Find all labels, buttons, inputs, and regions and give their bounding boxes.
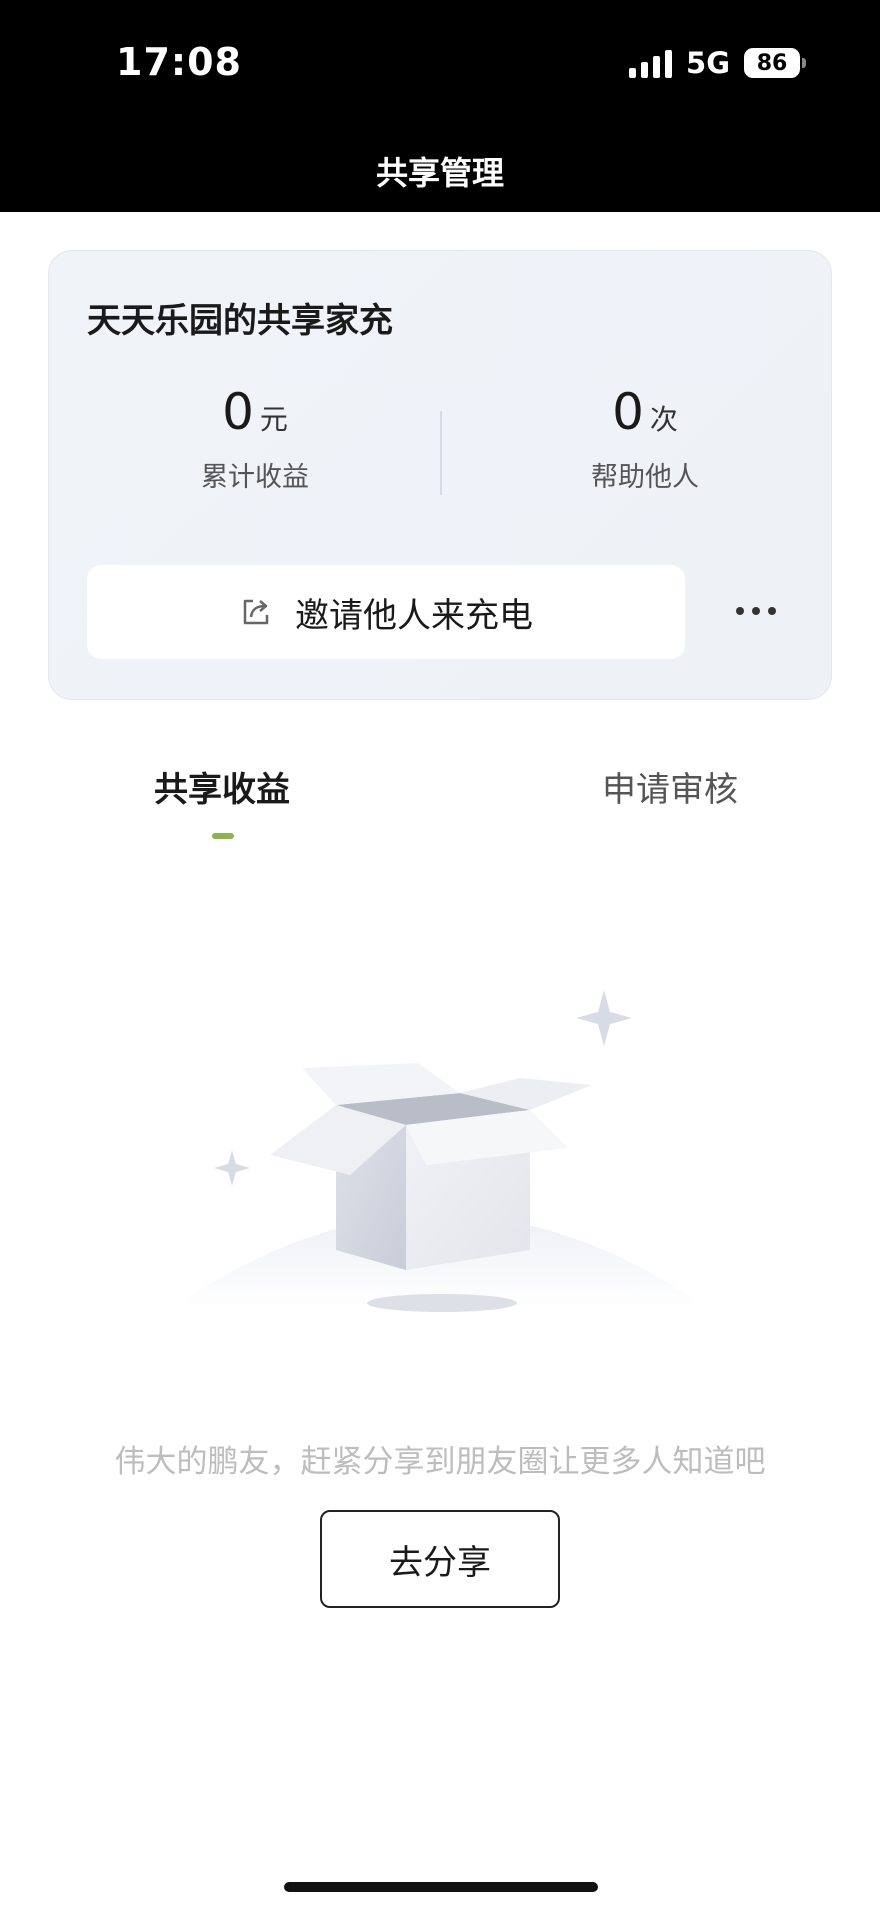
more-button[interactable] [721,581,791,641]
earnings-label: 累计收益 [201,462,309,493]
empty-box-illustration [170,990,710,1312]
helped-unit: 次 [649,403,678,436]
battery-level: 86 [756,50,788,76]
status-time: 17:08 [116,40,242,84]
signal-icon [629,48,673,78]
top-bar: 17:08 5G 86 共享管理 [0,0,880,308]
network-type: 5G [686,46,730,80]
invite-label: 邀请他人来充电 [295,595,533,636]
home-indicator [284,1882,598,1892]
summary-card: 天天乐园的共享家充 0元 累计收益 0次 帮助他人 邀请他人来充电 [48,250,832,700]
go-share-button[interactable]: 去分享 [320,1510,560,1608]
stat-divider [440,411,442,495]
battery-icon: 86 [744,48,806,78]
active-tab-indicator [212,833,234,839]
earnings-unit: 元 [259,403,288,436]
tab-application-review[interactable]: 申请审核 [602,762,738,811]
status-icons: 5G 86 [629,46,806,80]
invite-button[interactable]: 邀请他人来充电 [87,565,685,659]
card-title: 天天乐园的共享家充 [87,301,393,341]
helped-value: 0 [612,383,644,441]
page-title: 共享管理 [375,154,504,192]
share-icon [243,599,269,625]
earnings-value: 0 [222,383,254,441]
helped-label: 帮助他人 [591,462,699,493]
empty-message: 伟大的鹏友，赶紧分享到朋友圈让更多人知道吧 [114,1444,766,1480]
screen: 17:08 5G 86 共享管理 天天乐园的共享家充 0元 累计收益 0次 帮助… [0,0,880,1912]
tab-share-earnings[interactable]: 共享收益 [154,762,290,811]
helped-stat: 0次 帮助他人 [495,383,795,494]
earnings-stat: 0元 累计收益 [105,383,405,494]
